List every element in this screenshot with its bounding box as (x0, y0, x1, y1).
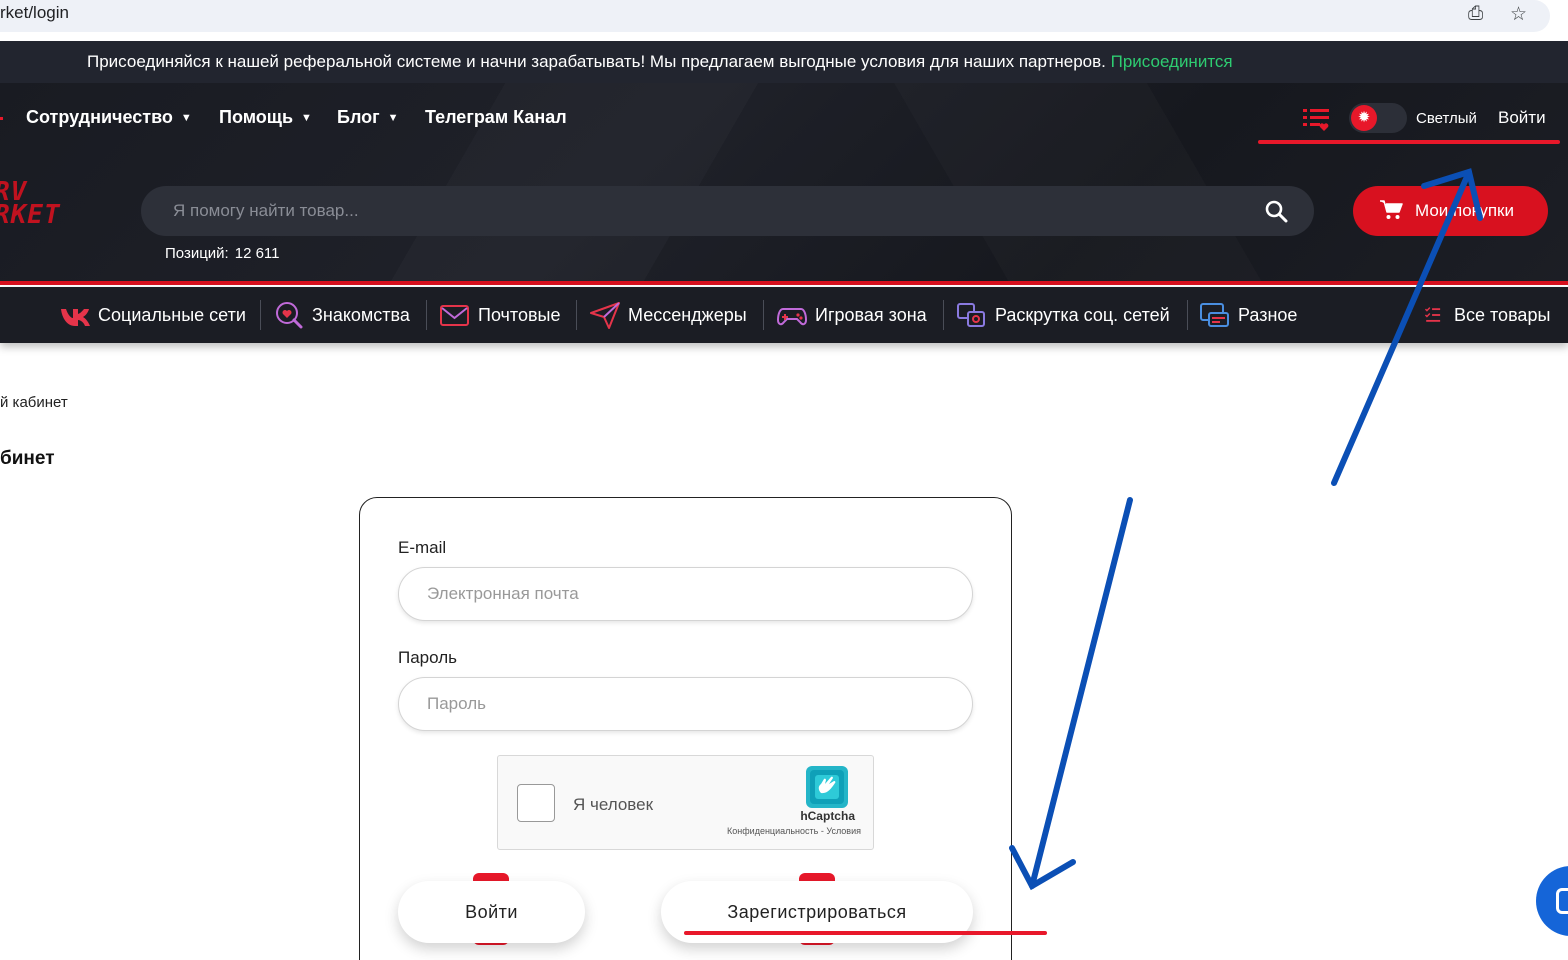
cart-icon (1380, 200, 1403, 219)
browser-address-bar: rket/login ⎙ ☆ (0, 0, 1568, 40)
nav-help[interactable]: Помощь ▼ (219, 107, 312, 128)
category-misc[interactable]: Разное (1200, 287, 1297, 343)
theme-toggle[interactable]: ✹ (1349, 103, 1407, 133)
category-messengers[interactable]: Мессенджеры (590, 287, 747, 343)
nav-partial-item (0, 117, 3, 120)
page-title: бинет (0, 448, 55, 469)
bookmark-star-icon[interactable]: ☆ (1510, 3, 1527, 26)
site-logo[interactable]: RV RKET (0, 179, 61, 228)
login-button[interactable]: Войти (398, 881, 585, 943)
captcha-brand: hCaptcha (800, 809, 855, 823)
hcaptcha-widget: Я человек hCaptcha Конфиденциальность - … (497, 755, 874, 850)
category-promotion[interactable]: Раскрутка соц. сетей (957, 287, 1170, 343)
category-separator (260, 300, 261, 330)
chevron-down-icon: ▼ (387, 112, 399, 124)
captcha-label[interactable]: Я человек (573, 795, 653, 815)
chat-widget-button[interactable] (1536, 866, 1568, 936)
gamepad-icon (777, 308, 807, 326)
password-label: Пароль (398, 648, 457, 667)
nav-telegram-channel[interactable]: Телеграм Канал (425, 107, 567, 128)
category-separator (576, 300, 577, 330)
nav-blog[interactable]: Блог ▼ (337, 107, 399, 128)
page-root: rket/login ⎙ ☆ Присоединяйся к нашей реф… (0, 0, 1568, 960)
referral-banner: Присоединяйся к нашей реферальной систем… (0, 41, 1568, 83)
install-app-icon[interactable]: ⎙ (1468, 3, 1483, 25)
nav-cooperation[interactable]: Сотрудничество ▼ (26, 107, 192, 128)
theme-label[interactable]: Светлый (1416, 110, 1477, 127)
address-field[interactable]: rket/login (0, 0, 1550, 32)
misc-icon (1200, 303, 1229, 327)
category-gaming[interactable]: Игровая зона (777, 287, 927, 343)
chevron-down-icon: ▼ (301, 112, 312, 124)
chevron-down-icon: ▼ (180, 112, 192, 124)
header-divider (0, 281, 1568, 285)
mail-icon (440, 305, 469, 326)
hcaptcha-logo-icon (806, 766, 848, 808)
category-separator (1187, 300, 1188, 330)
search-icon[interactable] (1264, 199, 1288, 223)
list-icon (1424, 307, 1441, 322)
wishlist-icon[interactable] (1303, 107, 1329, 131)
search-bar[interactable]: Я помогу найти товар... (141, 186, 1314, 236)
email-field[interactable] (398, 567, 973, 621)
address-url[interactable]: rket/login (0, 3, 69, 23)
captcha-links[interactable]: Конфиденциальность - Условия (727, 826, 861, 836)
category-separator (426, 300, 427, 330)
category-separator (763, 300, 764, 330)
category-separator (943, 300, 944, 330)
category-mail[interactable]: Почтовые (440, 287, 561, 343)
password-field[interactable] (398, 677, 973, 731)
search-input[interactable]: Я помогу найти товар... (173, 201, 359, 221)
captcha-checkbox[interactable] (517, 784, 555, 822)
email-label: E-mail (398, 538, 447, 557)
chat-icon (1556, 888, 1568, 914)
breadcrumb[interactable]: й кабинет (0, 394, 68, 411)
dating-icon (276, 302, 303, 329)
all-products-link[interactable]: Все товары (1424, 287, 1550, 343)
promo-icon (957, 303, 985, 327)
category-bar: Социальные сети Знакомства Почтовые Месс… (0, 287, 1568, 343)
positions-count: Позиций: 12 611 (165, 245, 280, 262)
annotation-underline (1258, 140, 1560, 144)
paper-plane-icon (590, 302, 620, 329)
banner-join-link[interactable]: Присоединится (1111, 52, 1233, 71)
category-dating[interactable]: Знакомства (274, 287, 410, 343)
my-purchases-button[interactable]: Мои покупки (1353, 186, 1548, 236)
banner-text: Присоединяйся к нашей реферальной систем… (87, 52, 1106, 71)
category-social-networks[interactable]: Социальные сети (60, 287, 246, 343)
sun-icon: ✹ (1351, 105, 1377, 131)
login-form-card: E-mail Пароль Я человек hCaptcha Конфиде… (359, 497, 1012, 960)
annotation-underline (684, 931, 1047, 935)
site-header: Сотрудничество ▼ Помощь ▼ Блог ▼ Телеграм К… (0, 83, 1568, 285)
header-login-link[interactable]: Войти (1498, 108, 1546, 128)
vk-icon (61, 309, 90, 326)
